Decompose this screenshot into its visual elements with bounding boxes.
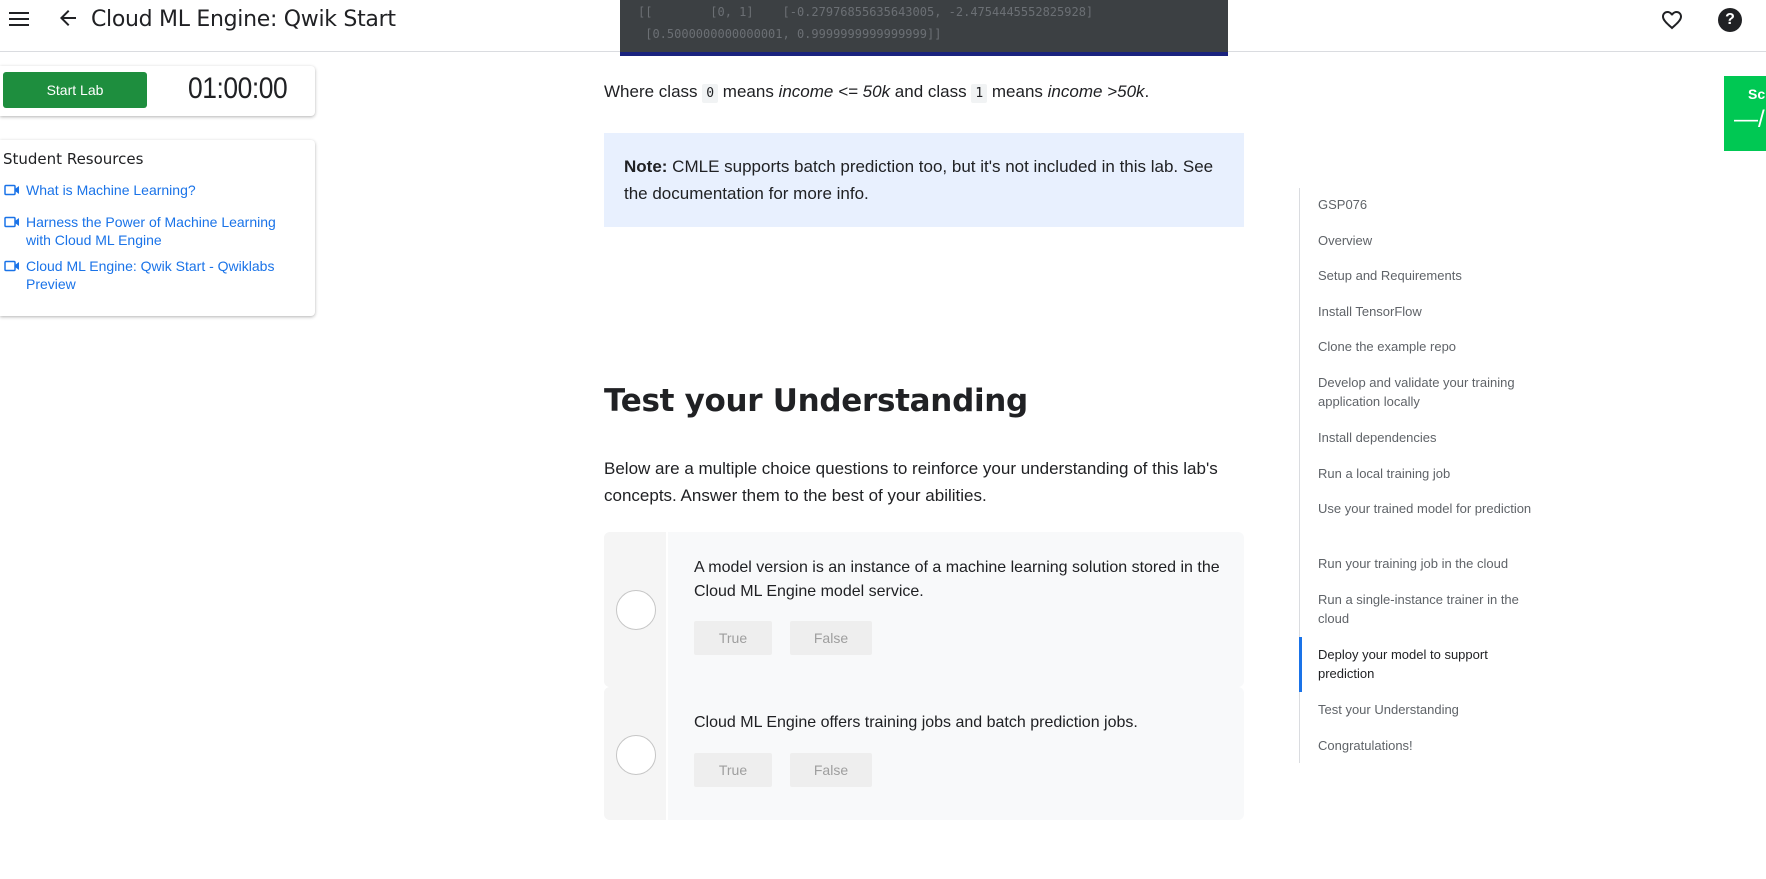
resource-link-label: Harness the Power of Machine Learning wi…	[26, 214, 276, 248]
resource-link[interactable]: Harness the Power of Machine Learning wi…	[4, 213, 304, 249]
toc-item[interactable]: Clone the example repo	[1318, 337, 1533, 356]
section-intro: Below are a multiple choice questions to…	[604, 459, 1218, 505]
note-label: Note:	[624, 157, 668, 176]
resource-link-label: Cloud ML Engine: Qwik Start - Qwiklabs P…	[26, 258, 275, 292]
student-resources-card: Student Resources What is Machine Learni…	[0, 140, 315, 316]
help-icon[interactable]: ?	[1718, 8, 1742, 32]
arrow-back-icon[interactable]	[56, 6, 80, 30]
resource-link[interactable]: Cloud ML Engine: Qwik Start - Qwiklabs P…	[4, 257, 304, 293]
video-icon	[4, 216, 19, 228]
page-title: Cloud ML Engine: Qwik Start	[91, 7, 396, 32]
code-line: [0.5000000000000001, 0.9999999999999999]…	[638, 27, 942, 41]
text: means	[987, 82, 1048, 101]
score-label: Sc	[1748, 86, 1766, 102]
toc-item[interactable]: Overview	[1318, 231, 1533, 250]
text: .	[1144, 82, 1150, 101]
answer-false-button[interactable]: False	[790, 621, 872, 655]
resource-link[interactable]: What is Machine Learning?	[4, 181, 304, 199]
video-icon	[4, 184, 19, 196]
toc-active-marker	[1299, 637, 1302, 692]
answer-false-button[interactable]: False	[790, 753, 872, 787]
note-box: Note: CMLE supports batch prediction too…	[604, 133, 1244, 227]
toc-item[interactable]: Run a local training job	[1318, 464, 1533, 483]
quiz-question: Cloud ML Engine offers training jobs and…	[604, 687, 1244, 820]
start-lab-button[interactable]: Start Lab	[3, 72, 147, 108]
toc-item[interactable]: Use your trained model for prediction	[1318, 499, 1533, 518]
section-heading: Test your Understanding	[604, 383, 1028, 419]
toc-item[interactable]: Install TensorFlow	[1318, 302, 1533, 321]
heart-icon[interactable]	[1660, 8, 1684, 32]
code-line: [[ [0, 1] [-0.27976855635643005, -2.4754…	[638, 5, 1094, 19]
lab-control-card: Start Lab 01:00:00	[0, 66, 315, 116]
note-text: CMLE supports batch prediction too, but …	[624, 157, 1214, 203]
emphasis: income >50k	[1047, 82, 1145, 101]
question-status-radio[interactable]	[616, 735, 656, 775]
toc-item[interactable]: Congratulations!	[1318, 736, 1533, 755]
inline-code: 0	[702, 84, 719, 103]
quiz-question: A model version is an instance of a mach…	[604, 532, 1244, 687]
toc-item[interactable]: Install dependencies	[1318, 428, 1533, 447]
answer-true-button[interactable]: True	[694, 753, 772, 787]
toc-item[interactable]: Setup and Requirements	[1318, 266, 1533, 285]
toc-item[interactable]: Run your training job in the cloud	[1318, 554, 1533, 573]
class-description: Where class 0 means income <= 50k and cl…	[604, 82, 1150, 103]
resource-link-label: What is Machine Learning?	[26, 182, 196, 198]
question-status-radio[interactable]	[616, 590, 656, 630]
toc-item-active[interactable]: Deploy your model to support prediction	[1318, 645, 1533, 683]
inline-code: 1	[971, 84, 988, 103]
toc-item[interactable]: GSP076	[1318, 195, 1533, 214]
video-icon	[4, 260, 19, 272]
toc-item[interactable]: Test your Understanding	[1318, 700, 1533, 719]
text: and class	[890, 82, 972, 101]
question-text: Cloud ML Engine offers training jobs and…	[694, 714, 1138, 731]
code-block: [[ [0, 1] [-0.27976855635643005, -2.4754…	[620, 0, 1228, 56]
emphasis: income <= 50k	[778, 82, 891, 101]
table-of-contents: GSP076 Overview Setup and Requirements I…	[1299, 188, 1539, 763]
score-widget[interactable]: Sc —/	[1724, 76, 1766, 151]
resources-title: Student Resources	[3, 150, 144, 168]
score-value: —/	[1734, 106, 1765, 133]
menu-icon[interactable]	[8, 8, 30, 30]
text: means	[718, 82, 779, 101]
lab-timer: 01:00:00	[188, 72, 288, 105]
question-text: A model version is an instance of a mach…	[694, 559, 1220, 600]
text: Where class	[604, 82, 703, 101]
toc-item[interactable]: Develop and validate your training appli…	[1318, 373, 1533, 411]
toc-item[interactable]: Run a single-instance trainer in the clo…	[1318, 590, 1533, 628]
answer-true-button[interactable]: True	[694, 621, 772, 655]
